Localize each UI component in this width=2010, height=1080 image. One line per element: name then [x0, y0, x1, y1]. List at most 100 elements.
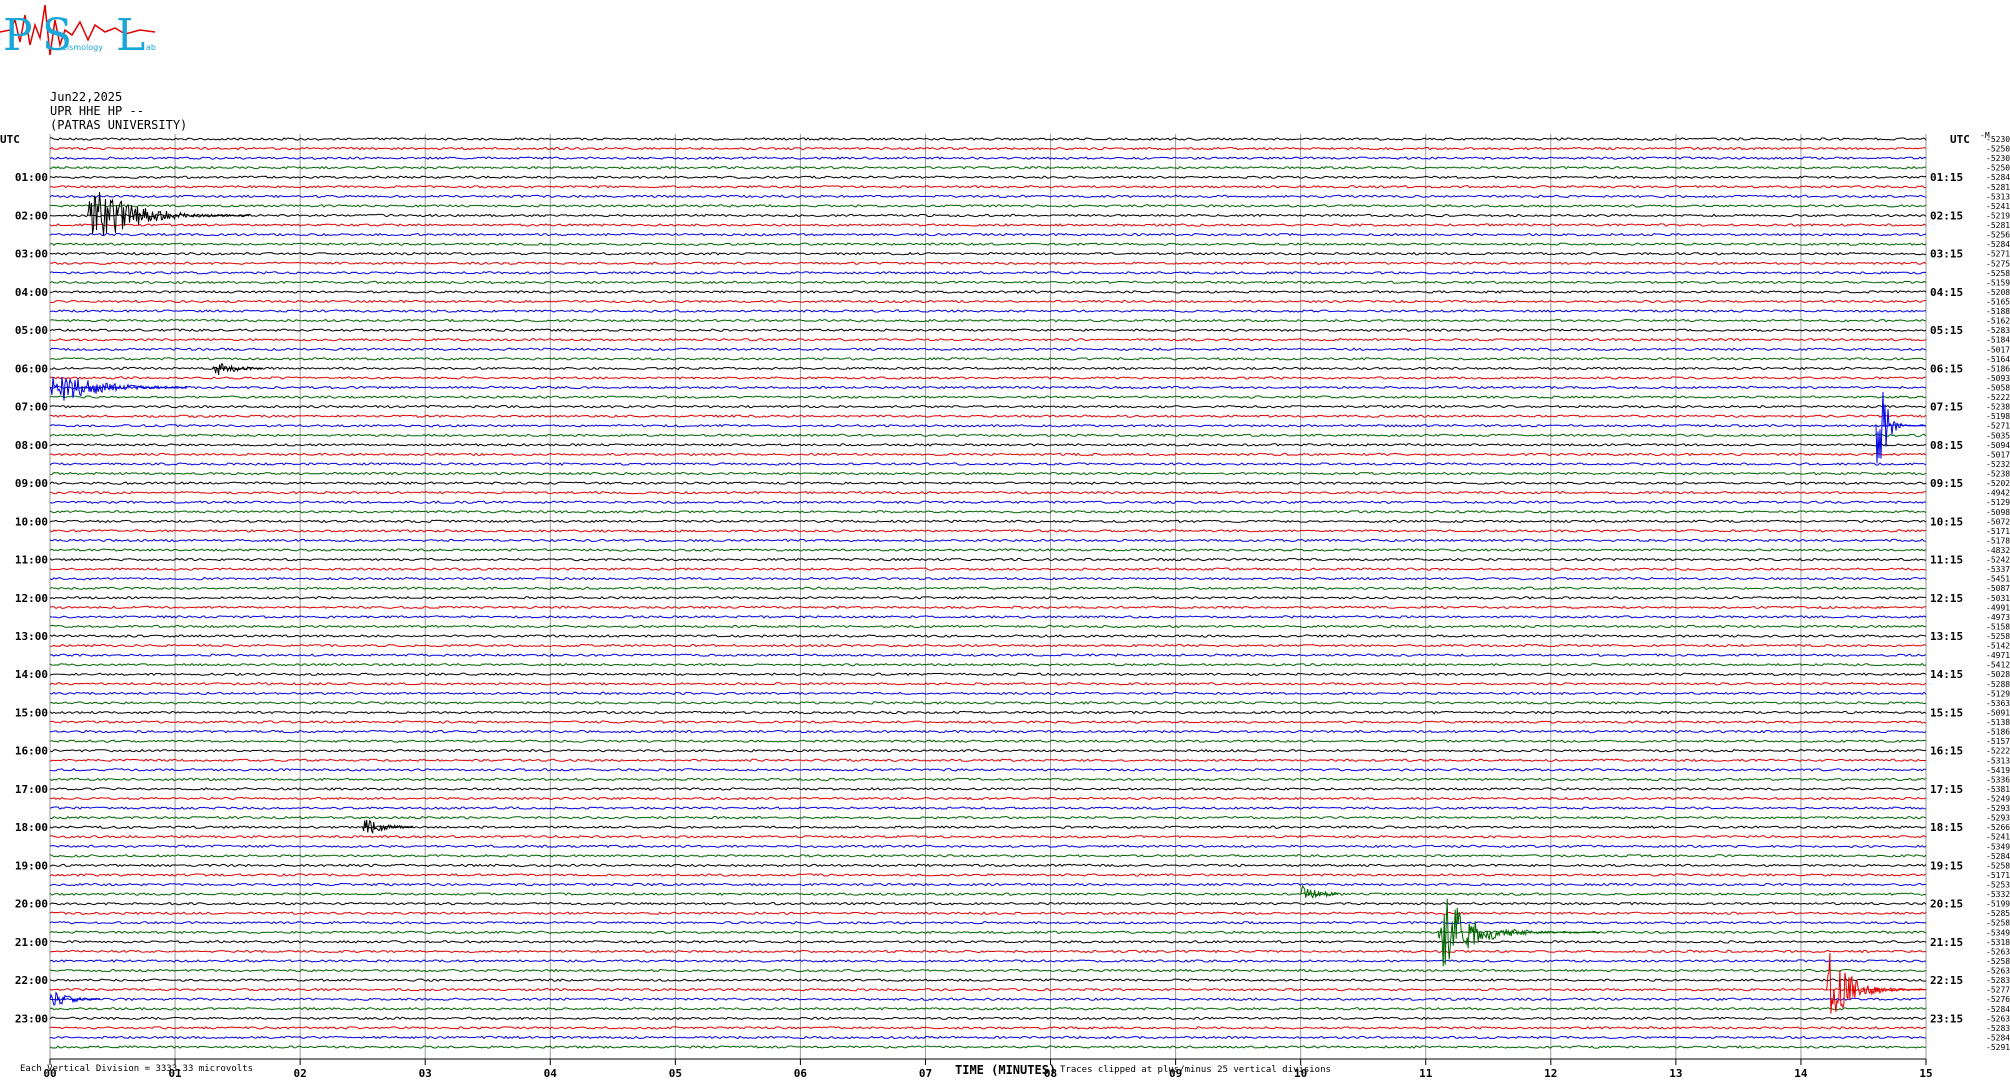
trace-offset-label: -5222: [1986, 747, 2010, 756]
trace-70: [49, 806, 1927, 810]
x-tick-label-15: 15: [1919, 1067, 1932, 1080]
trace-62: [49, 729, 1927, 734]
x-tick-label-07: 07: [919, 1067, 932, 1080]
trace-33: [49, 452, 1927, 457]
trace-8: [49, 213, 1927, 218]
trace-66: [49, 768, 1927, 772]
trace-offset-label: -5275: [1986, 259, 2010, 268]
trace-24: [49, 366, 1927, 371]
trace-offset-label: -5208: [1986, 288, 2010, 297]
trace-10: [49, 232, 1927, 237]
hour-label-left: 03:00: [15, 248, 48, 261]
hour-label-right: 11:15: [1930, 554, 1963, 567]
x-tick-label-04: 04: [544, 1067, 558, 1080]
x-tick-label-02: 02: [294, 1067, 307, 1080]
trace-offset-label: -4942: [1986, 489, 2010, 498]
trace-23: [49, 357, 1927, 361]
trace-73: [49, 834, 1927, 839]
trace-offset-label: -5158: [1986, 622, 2010, 631]
trace-offset-label: -5349: [1986, 928, 2010, 937]
trace-38: [49, 500, 1927, 504]
trace-offset-label: -5419: [1986, 766, 2010, 775]
trace-41: [49, 529, 1927, 533]
trace-offset-label: -5159: [1986, 278, 2010, 287]
trace-49: [49, 605, 1926, 610]
hour-label-left: 11:00: [15, 554, 48, 567]
trace-37: [49, 490, 1927, 495]
trace-6: [49, 194, 1927, 199]
trace-75: [49, 854, 1927, 858]
trace-offset-label: -5162: [1986, 317, 2010, 326]
x-tick-label-11: 11: [1419, 1067, 1433, 1080]
trace-offset-label: -5232: [1986, 460, 2010, 469]
hour-label-right: 21:15: [1930, 936, 1963, 949]
event-3: [1875, 391, 1926, 464]
trace-81: [49, 911, 1927, 915]
trace-offset-label: -5258: [1986, 957, 2010, 966]
trace-offset-label: -5098: [1986, 508, 2010, 517]
event-group: [49, 191, 1927, 1014]
hour-label-right: 17:15: [1930, 783, 1963, 796]
trace-64: [49, 748, 1927, 753]
trace-offset-label: -5165: [1986, 297, 2010, 306]
trace-offset-label: -5219: [1986, 211, 2010, 220]
hour-label-left: 02:00: [15, 209, 48, 222]
hour-label-right: 06:15: [1930, 362, 1963, 375]
trace-offset-label: -5129: [1986, 498, 2010, 507]
trace-offset-label: -5199: [1986, 900, 2010, 909]
hour-label-right: 16:15: [1930, 745, 1963, 758]
trace-55: [49, 662, 1927, 667]
hour-label-right: 20:15: [1930, 898, 1963, 911]
hour-label-right: 10:15: [1930, 515, 1963, 528]
trace-offset-label: -5091: [1986, 708, 2010, 717]
trace-14: [49, 270, 1927, 275]
trace-19: [49, 318, 1927, 323]
trace-17: [49, 299, 1927, 304]
scale-note: Each Vertical Division = 3333.33 microvo…: [20, 1064, 253, 1074]
clip-note: Traces clipped at plus/minus 25 vertical…: [1060, 1065, 1331, 1075]
hour-label-left: 05:00: [15, 324, 48, 337]
hour-label-left: 20:00: [15, 898, 48, 911]
trace-offset-label: -5250: [1986, 164, 2010, 173]
trace-offset-label: -5017: [1986, 450, 2010, 459]
trace-offset-label: -5171: [1986, 871, 2010, 880]
trace-offset-label: -5451: [1986, 575, 2010, 584]
event-1: [212, 363, 263, 375]
trace-65: [49, 758, 1927, 763]
hour-label-left: 08:00: [15, 439, 48, 452]
trace-68: [49, 787, 1927, 791]
trace-21: [49, 337, 1927, 342]
trace-offset-label: -5164: [1986, 355, 2010, 364]
trace-79: [49, 892, 1927, 896]
trace-80: [49, 901, 1927, 906]
trace-20: [49, 328, 1927, 332]
trace-90: [50, 997, 1926, 1002]
trace-offset-label: -5241: [1986, 202, 2010, 211]
trace-offset-label: -5258: [1986, 632, 2010, 641]
hour-label-right: 23:15: [1930, 1012, 1963, 1025]
trace-offset-label: -5058: [1986, 384, 2010, 393]
trace-offset-label: -5332: [1986, 890, 2010, 899]
trace-offset-label: -4973: [1986, 613, 2010, 622]
trace-offset-label: -5238: [1986, 470, 2010, 479]
trace-40: [49, 519, 1927, 524]
trace-offset-label: -5284: [1986, 1005, 2010, 1014]
trace-offset-label: -5291: [1986, 1043, 2010, 1052]
hour-label-right: 07:15: [1930, 401, 1963, 414]
trace-27: [50, 395, 1927, 399]
trace-offset-label: -5349: [1986, 842, 2010, 851]
trace-offset-label: -5284: [1986, 852, 2010, 861]
trace-offset-label: -5256: [1986, 231, 2010, 240]
trace-16: [49, 290, 1927, 294]
trace-0: [50, 137, 1927, 141]
trace-offset-label: -5241: [1986, 833, 2010, 842]
trace-12: [49, 251, 1927, 256]
hour-label-left: 07:00: [15, 401, 48, 414]
trace-4: [49, 175, 1927, 179]
trace-94: [49, 1035, 1927, 1040]
trace-offset-label: -5284: [1986, 240, 2010, 249]
trace-offset-label: -5242: [1986, 556, 2010, 565]
trace-offset-label: -4832: [1986, 546, 2010, 555]
trace-2: [49, 156, 1927, 160]
event-4: [362, 819, 414, 835]
